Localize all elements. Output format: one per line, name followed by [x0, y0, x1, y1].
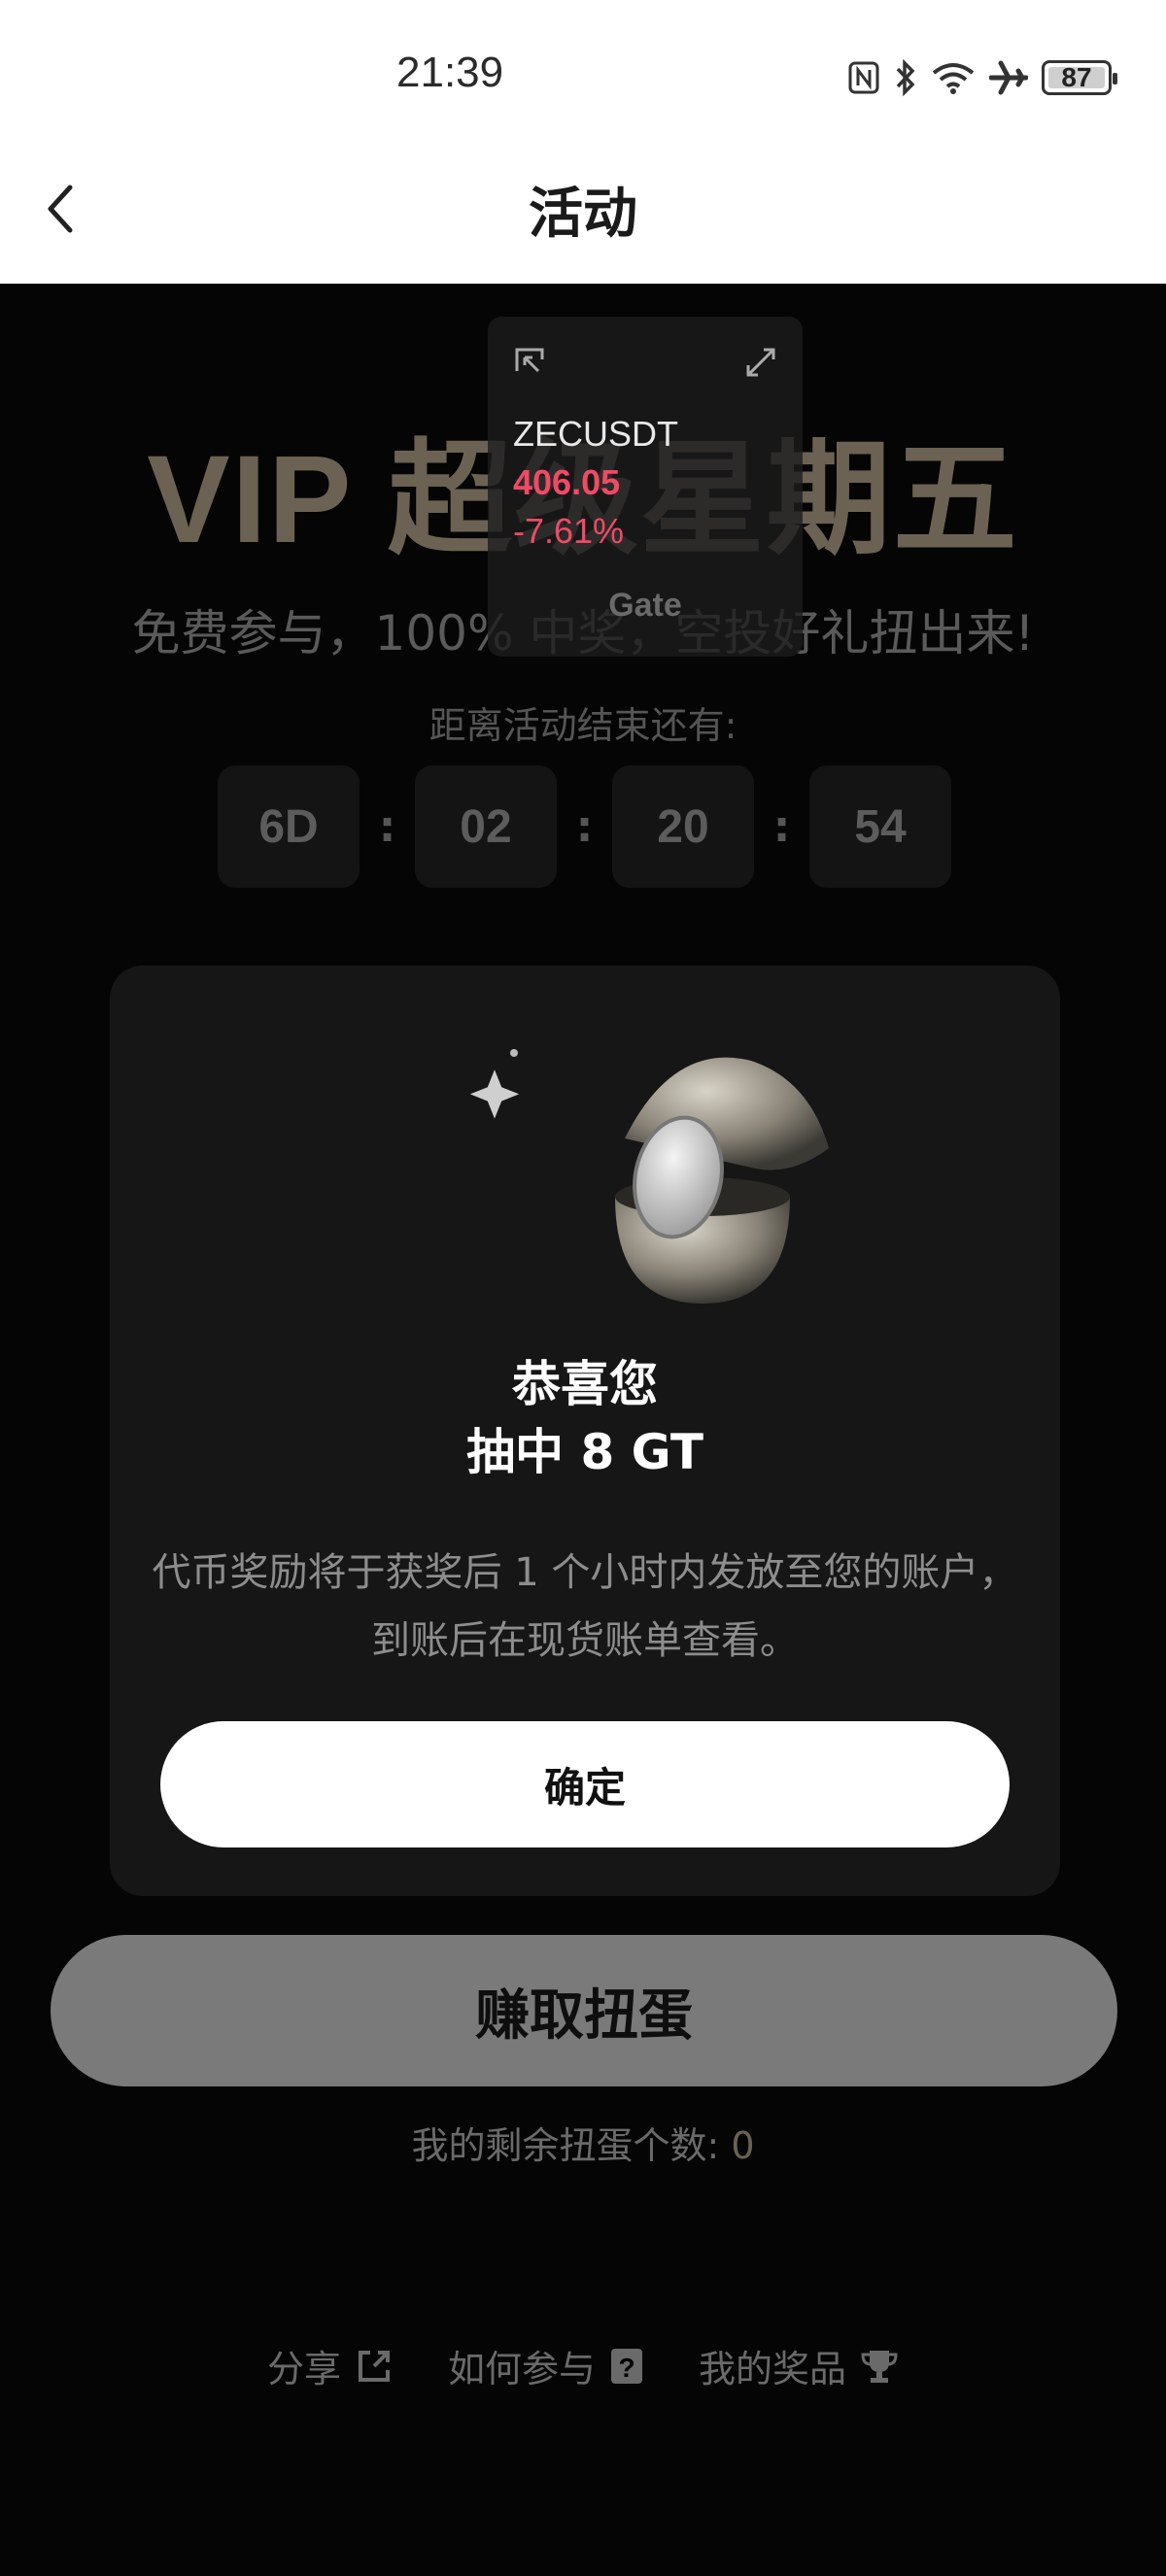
countdown-seconds: 54 — [809, 765, 951, 888]
countdown-hours: 02 — [415, 765, 557, 888]
remaining-capsules: 我的剩余扭蛋个数: 0 — [0, 2116, 1166, 2169]
prize-modal: 恭喜您 抽中 8 GT 代币奖励将于获奖后 1 个小时内发放至您的账户，到账后在… — [110, 966, 1060, 1896]
ticker-change: -7.61% — [513, 511, 625, 551]
top-bar: 21:39 87 活动 — [0, 0, 1166, 284]
countdown-separator: : — [378, 801, 396, 852]
how-to-join-label: 如何参与 — [447, 2348, 596, 2390]
prize-title: 恭喜您 抽中 8 GT — [110, 1350, 1060, 1486]
prize-description: 代币奖励将于获奖后 1 个小时内发放至您的账户，到账后在现货账单查看。 — [152, 1550, 1018, 1663]
remaining-label: 我的剩余扭蛋个数: — [411, 2124, 720, 2167]
bottom-links: 分享 如何参与 ? 我的奖品 — [0, 2339, 1166, 2392]
confirm-button[interactable]: 确定 — [160, 1721, 1010, 1847]
how-to-join-link[interactable]: 如何参与 ? — [448, 2339, 644, 2392]
exit-float-icon[interactable] — [513, 346, 546, 379]
ticker-brand-logo: Gate — [608, 587, 682, 624]
countdown-label: 距离活动结束还有: — [429, 704, 737, 747]
expand-icon[interactable] — [744, 346, 777, 379]
svg-text:?: ? — [618, 2353, 634, 2383]
share-label: 分享 — [266, 2348, 341, 2390]
status-time: 21:39 — [396, 49, 504, 96]
countdown-timer: 6D : 02 : 20 : 54 — [218, 765, 951, 888]
bluetooth-icon — [896, 59, 915, 96]
airplane-mode-icon — [989, 60, 1028, 95]
share-link[interactable]: 分享 — [267, 2339, 394, 2392]
my-prizes-link[interactable]: 我的奖品 — [699, 2339, 899, 2392]
ticker-price: 406.05 — [513, 462, 621, 502]
countdown-separator: : — [772, 801, 791, 852]
price-ticker-widget[interactable]: ZECUSDT 406.05 -7.61% Gate — [488, 317, 803, 657]
prize-title-line2: 抽中 8 GT — [466, 1424, 703, 1480]
battery-level: 87 — [1061, 62, 1092, 92]
ticker-symbol: ZECUSDT — [513, 414, 678, 454]
remaining-count: 0 — [731, 2124, 755, 2167]
prize-title-line1: 恭喜您 — [512, 1356, 658, 1412]
status-icons: 87 — [847, 54, 1117, 101]
wifi-icon — [932, 63, 975, 94]
page-title: 活动 — [529, 183, 637, 246]
my-prizes-label: 我的奖品 — [699, 2348, 847, 2390]
countdown-minutes: 20 — [612, 765, 754, 888]
countdown-separator: : — [575, 801, 594, 852]
capsule-coin-image — [469, 1049, 829, 1304]
countdown-days: 6D — [218, 765, 360, 888]
question-icon: ? — [611, 2348, 642, 2384]
share-icon — [358, 2350, 390, 2382]
nfc-icon — [848, 61, 879, 94]
earn-capsule-button[interactable]: 赚取扭蛋 — [51, 1935, 1117, 2086]
battery-indicator: 87 — [1042, 60, 1117, 95]
trophy-icon — [861, 2350, 898, 2383]
